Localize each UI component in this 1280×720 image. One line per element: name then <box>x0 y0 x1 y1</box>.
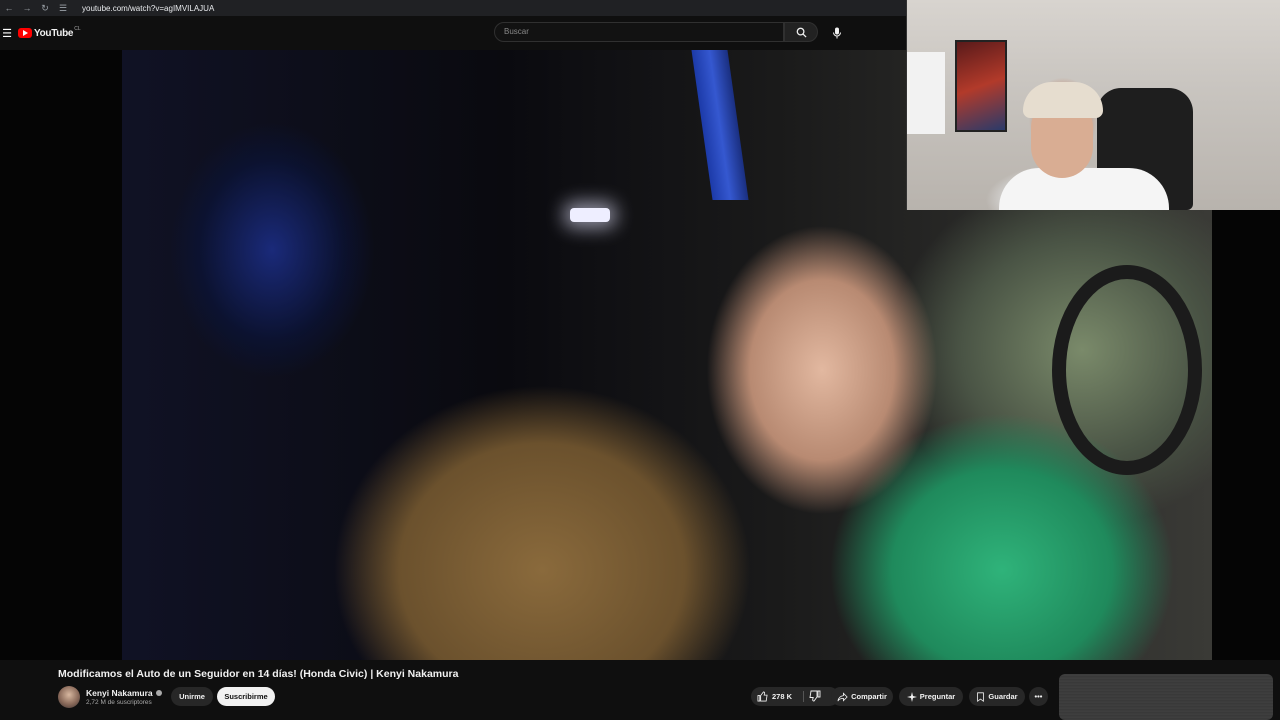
menu-icon[interactable]: ☰ <box>0 27 14 40</box>
search-icon <box>796 27 807 38</box>
share-button[interactable]: Compartir <box>831 687 893 706</box>
search-button[interactable] <box>784 22 818 42</box>
static-noise-panel <box>1059 674 1273 720</box>
subscribe-button[interactable]: Suscribirme <box>217 687 275 706</box>
reload-icon[interactable]: ↻ <box>40 3 50 13</box>
like-count: 278 K <box>772 692 793 701</box>
join-button[interactable]: Unirme <box>171 687 213 706</box>
bookmark-icon <box>977 691 985 702</box>
browser-address-bar: ← → ↻ ☰ youtube.com/watch?v=agIMVILAJUA <box>0 0 906 16</box>
like-divider <box>803 691 804 702</box>
save-label: Guardar <box>988 692 1018 701</box>
subscriber-count: 2,72 M de suscriptores <box>86 699 152 706</box>
streamer-hair <box>1023 82 1103 118</box>
like-button[interactable]: 278 K <box>751 687 839 706</box>
car-pillar <box>691 50 749 200</box>
ask-button[interactable]: Preguntar <box>899 687 963 706</box>
streamer-shirt <box>999 168 1169 210</box>
more-actions-button[interactable]: ••• <box>1029 687 1048 706</box>
youtube-play-icon <box>18 28 32 38</box>
video-info: Modificamos el Auto de un Seguidor en 14… <box>0 660 1280 720</box>
forward-arrow-icon[interactable]: → <box>22 3 32 13</box>
url-field[interactable]: youtube.com/watch?v=agIMVILAJUA <box>82 4 214 13</box>
youtube-logo[interactable]: YouTube CL <box>18 26 81 39</box>
thumbs-up-icon <box>757 691 768 702</box>
whiteboard <box>907 52 945 134</box>
save-button[interactable]: Guardar <box>969 687 1025 706</box>
share-label: Compartir <box>851 692 887 701</box>
dome-light <box>570 208 610 222</box>
webcam-overlay <box>906 0 1280 210</box>
search-input[interactable]: Buscar <box>494 22 784 42</box>
youtube-header: ☰ YouTube CL Buscar <box>0 16 906 50</box>
logo-text: YouTube <box>34 27 74 39</box>
thumbs-down-icon[interactable] <box>809 690 821 702</box>
channel-name-row[interactable]: Kenyi Nakamura <box>86 688 162 698</box>
country-code: CL <box>74 26 81 32</box>
verified-icon <box>155 690 162 696</box>
back-arrow-icon[interactable]: ← <box>4 3 14 13</box>
share-icon <box>837 691 848 702</box>
steering-wheel <box>1052 265 1202 475</box>
ask-label: Preguntar <box>919 692 956 701</box>
site-settings-icon[interactable]: ☰ <box>58 3 68 13</box>
voice-search-button[interactable] <box>826 22 848 44</box>
video-title: Modificamos el Auto de un Seguidor en 14… <box>58 668 459 680</box>
sparkle-icon <box>906 691 917 702</box>
channel-avatar[interactable] <box>58 686 80 708</box>
wall-poster <box>955 40 1007 132</box>
channel-name[interactable]: Kenyi Nakamura <box>86 688 153 698</box>
mic-icon <box>833 27 841 39</box>
